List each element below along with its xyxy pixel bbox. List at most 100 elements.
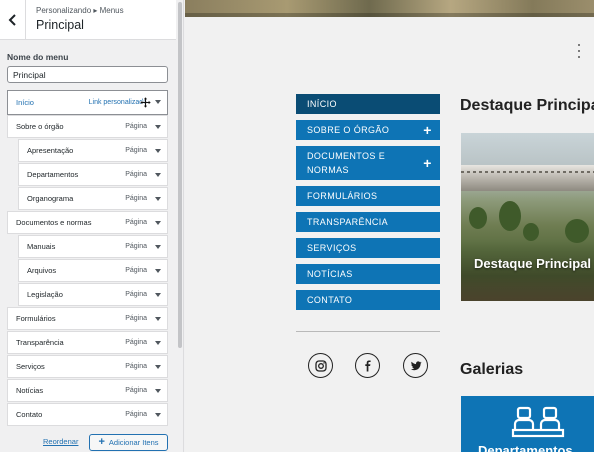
nav-item-documentos-e-normas[interactable]: DOCUMENTOS E NORMAS +	[296, 146, 440, 180]
featured-heading: Destaque Principal	[460, 97, 594, 114]
menu-name-input[interactable]	[7, 66, 168, 83]
section-title: Principal	[36, 18, 84, 32]
caret-down-icon[interactable]	[155, 317, 161, 321]
menu-item-type: Página	[125, 267, 147, 274]
instagram-icon[interactable]	[308, 353, 333, 378]
caret-down-icon[interactable]	[155, 389, 161, 393]
nav-item-sobre-o-orgao[interactable]: SOBRE O ÓRGÃO +	[296, 120, 440, 140]
menu-name-label: Nome do menu	[7, 52, 69, 62]
featured-image[interactable]	[461, 133, 594, 301]
menu-item-type: Página	[125, 171, 147, 178]
caret-down-icon[interactable]	[155, 149, 161, 153]
nav-item-label: INÍCIO	[307, 99, 337, 109]
menu-item-type: Página	[125, 123, 147, 130]
people-desk-icon	[511, 406, 565, 438]
nav-item-inicio[interactable]: INÍCIO	[296, 94, 440, 114]
caret-down-icon[interactable]	[155, 245, 161, 249]
caret-down-icon[interactable]	[155, 125, 161, 129]
caret-down-icon[interactable]	[155, 341, 161, 345]
stadium-image	[461, 165, 594, 191]
menu-item-label: Formulários	[16, 314, 56, 323]
menu-item-type: Página	[125, 147, 147, 154]
gallery-caption: Departamentos	[478, 443, 573, 452]
menu-item-inicio[interactable]: Início Link personalizado	[7, 90, 168, 115]
dot	[578, 56, 580, 58]
nav-item-label: NOTÍCIAS	[307, 269, 353, 279]
nav-divider	[296, 331, 440, 332]
breadcrumb: Personalizando ▸ Menus	[36, 6, 124, 15]
menu-item-organograma[interactable]: Organograma Página	[18, 187, 168, 210]
site-preview: INÍCIO SOBRE O ÓRGÃO + DOCUMENTOS E NORMAS +…	[185, 0, 594, 452]
menu-item-type: Página	[125, 411, 147, 418]
menu-item-type: Página	[125, 387, 147, 394]
tree	[565, 219, 589, 243]
more-options-icon[interactable]	[578, 44, 582, 58]
menu-item-label: Apresentação	[27, 146, 74, 155]
nav-item-formularios[interactable]: FORMULÁRIOS	[296, 186, 440, 206]
gallery-heading: Galerias	[460, 361, 524, 378]
menu-item-type: Página	[125, 315, 147, 322]
nav-item-label: FORMULÁRIOS	[307, 191, 378, 201]
nav-item-label: CONTATO	[307, 295, 353, 305]
caret-down-icon[interactable]	[155, 100, 161, 104]
menu-item-label: Serviços	[16, 362, 45, 371]
nav-item-label: SOBRE O ÓRGÃO	[307, 125, 390, 135]
back-button[interactable]	[0, 0, 26, 40]
menu-item-label: Transparência	[16, 338, 64, 347]
menu-item-formularios[interactable]: Formulários Página	[7, 307, 168, 330]
tree	[469, 207, 487, 229]
menu-item-contato[interactable]: Contato Página	[7, 403, 168, 426]
menu-item-transparencia[interactable]: Transparência Página	[7, 331, 168, 354]
nav-item-label: TRANSPARÊNCIA	[307, 217, 389, 227]
menu-item-noticias[interactable]: Notícias Página	[7, 379, 168, 402]
menu-item-label: Arquivos	[27, 266, 57, 275]
caret-down-icon[interactable]	[155, 269, 161, 273]
caret-down-icon[interactable]	[155, 365, 161, 369]
nav-item-contato[interactable]: CONTATO	[296, 290, 440, 310]
expand-plus-icon[interactable]: +	[422, 156, 433, 170]
image-overlay	[461, 241, 594, 301]
menu-item-apresentacao[interactable]: Apresentação Página	[18, 139, 168, 162]
expand-plus-icon[interactable]: +	[422, 123, 433, 137]
menu-item-arquivos[interactable]: Arquivos Página	[18, 259, 168, 282]
chevron-left-icon	[8, 14, 16, 26]
twitter-icon[interactable]	[403, 353, 428, 378]
menu-item-label: Notícias	[16, 386, 44, 395]
gallery-card[interactable]: Departamentos	[461, 396, 594, 452]
caret-down-icon[interactable]	[155, 197, 161, 201]
menu-item-sobre-o-orgao[interactable]: Sobre o órgão Página	[7, 115, 168, 138]
menu-item-servicos[interactable]: Serviços Página	[7, 355, 168, 378]
facebook-icon[interactable]	[355, 353, 380, 378]
nav-item-servicos[interactable]: SERVIÇOS	[296, 238, 440, 258]
tree	[499, 201, 521, 231]
menu-item-label: Documentos e normas	[16, 218, 92, 227]
menu-item-label: Departamentos	[27, 170, 79, 179]
panel-header: Personalizando ▸ Menus Principal	[0, 0, 176, 40]
caret-down-icon[interactable]	[155, 413, 161, 417]
menu-item-label: Manuais	[27, 242, 56, 251]
nav-item-label: SERVIÇOS	[307, 243, 357, 253]
panel-scrollbar[interactable]	[178, 2, 182, 348]
caret-down-icon[interactable]	[155, 221, 161, 225]
menu-item-legislacao[interactable]: Legislação Página	[18, 283, 168, 306]
add-items-button[interactable]: + Adicionar Itens	[89, 434, 168, 451]
menu-item-type: Página	[125, 363, 147, 370]
plus-icon: +	[98, 436, 105, 448]
menu-item-departamentos[interactable]: Departamentos Página	[18, 163, 168, 186]
caret-down-icon[interactable]	[155, 173, 161, 177]
reorder-link[interactable]: Reordenar	[43, 437, 78, 446]
menu-item-type: Link personalizado	[88, 99, 147, 106]
nav-item-transparencia[interactable]: TRANSPARÊNCIA	[296, 212, 440, 232]
menu-item-documentos-e-normas[interactable]: Documentos e normas Página	[7, 211, 168, 234]
add-items-label: Adicionar Itens	[108, 438, 159, 447]
caret-down-icon[interactable]	[155, 293, 161, 297]
menu-item-label: Organograma	[27, 194, 74, 203]
menu-item-manuais[interactable]: Manuais Página	[18, 235, 168, 258]
menu-item-label: Legislação	[27, 290, 63, 299]
menu-item-label: Contato	[16, 410, 43, 419]
nav-item-noticias[interactable]: NOTÍCIAS	[296, 264, 440, 284]
dot	[578, 44, 580, 46]
header-image	[185, 0, 594, 17]
menu-item-type: Página	[125, 219, 147, 226]
nav-item-label: DOCUMENTOS E NORMAS	[307, 151, 386, 175]
